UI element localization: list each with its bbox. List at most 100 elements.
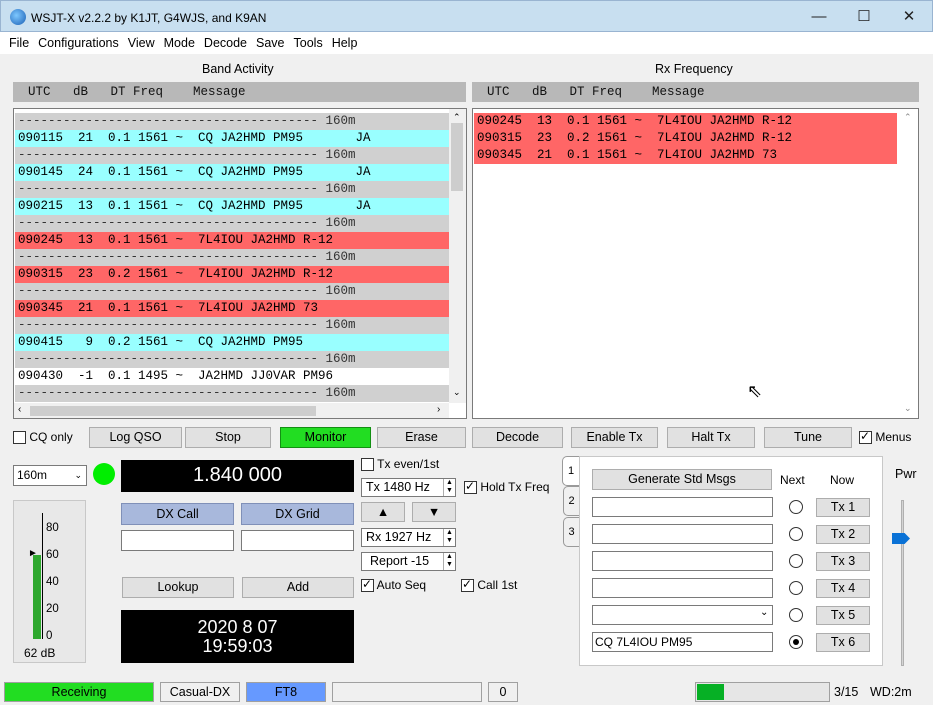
meter-tick: 60	[46, 549, 59, 561]
tx-to-rx-up-button[interactable]: ▲	[361, 502, 405, 522]
tx4-next-radio[interactable]	[789, 581, 803, 595]
decode-row[interactable]: 090415 9 0.2 1561 ~ CQ JA2HMD PM95	[15, 334, 449, 351]
decode-row[interactable]: 090430 -1 0.1 1495 ~ JA2HMD JJ0VAR PM96	[15, 368, 449, 385]
hold-tx-freq-checkbox[interactable]: Hold Tx Freq	[464, 479, 549, 495]
menu-view[interactable]: View	[128, 32, 155, 54]
tx4-message-input[interactable]	[592, 578, 773, 598]
meter-tick: 40	[46, 576, 59, 588]
power-slider-track[interactable]	[901, 500, 904, 666]
band-activity-list[interactable]: ----------------------------------------…	[13, 108, 467, 419]
scroll-down-icon[interactable]: ⌄	[453, 387, 461, 398]
auto-seq-checkbox[interactable]: Auto Seq	[361, 577, 426, 593]
tx1-message-input[interactable]	[592, 497, 773, 517]
decode-button[interactable]: Decode	[472, 427, 563, 448]
spin-arrows-icon[interactable]: ▲ ▼	[443, 479, 455, 496]
generate-std-msgs-button[interactable]: Generate Std Msgs	[592, 469, 772, 490]
meter-tick: 0	[46, 630, 53, 642]
next-column-label: Next	[780, 473, 805, 487]
scroll-left-icon[interactable]: ‹	[18, 404, 21, 415]
menu-decode[interactable]: Decode	[204, 32, 247, 54]
call-1st-checkbox[interactable]: Call 1st	[461, 577, 517, 593]
tx2-now-button[interactable]: Tx 2	[816, 525, 870, 544]
tx2-message-input[interactable]	[592, 524, 773, 544]
message-panel: Generate Std Msgs Next Now Tx 1 Tx 2 Tx 3 T…	[579, 456, 883, 666]
menu-tools[interactable]: Tools	[294, 32, 323, 54]
rx-to-tx-down-button[interactable]: ▼	[412, 502, 456, 522]
rx-frequency-label: Rx Frequency	[655, 62, 733, 76]
decode-row[interactable]: 090115 21 0.1 1561 ~ CQ JA2HMD PM95 JA	[15, 130, 449, 147]
stop-button[interactable]: Stop	[185, 427, 271, 448]
rx-frequency-list[interactable]: 090245 13 0.1 1561 ~ 7L4IOU JA2HMD R-12 0…	[472, 108, 919, 419]
rx-decode-row[interactable]: 090315 23 0.2 1561 ~ 7L4IOU JA2HMD R-12	[474, 130, 897, 147]
band-separator-row: ----------------------------------------…	[15, 317, 449, 334]
maximize-button[interactable]: ☐	[841, 1, 887, 33]
tab-1[interactable]: 1	[562, 456, 579, 486]
menu-file[interactable]: File	[9, 32, 29, 54]
tx5-message-input[interactable]	[592, 605, 773, 625]
menu-save[interactable]: Save	[256, 32, 285, 54]
tx1-now-button[interactable]: Tx 1	[816, 498, 870, 517]
status-receiving: Receiving	[4, 682, 154, 702]
hscroll-thumb[interactable]	[30, 406, 316, 416]
frequency-display: 1.840 000	[121, 460, 354, 492]
tx-even-checkbox[interactable]: Tx even/1st	[361, 457, 439, 472]
tune-button[interactable]: Tune	[764, 427, 852, 448]
meter-level-text: 62 dB	[24, 646, 56, 660]
band-activity-hscroll[interactable]: ‹ ›	[14, 403, 449, 418]
signal-meter: ► 80 60 40 20 0 62 dB	[13, 500, 86, 663]
decode-row[interactable]: 090315 23 0.2 1561 ~ 7L4IOU JA2HMD R-12	[15, 266, 449, 283]
rx-freq-spinbox[interactable]: Rx 1927 Hz ▲ ▼	[361, 528, 456, 547]
decode-row[interactable]: 090145 24 0.1 1561 ~ CQ JA2HMD PM95 JA	[15, 164, 449, 181]
dx-grid-label: DX Grid	[241, 503, 354, 525]
monitor-button[interactable]: Monitor	[280, 427, 371, 448]
enable-tx-button[interactable]: Enable Tx	[571, 427, 658, 448]
close-button[interactable]: ✕	[886, 1, 932, 33]
log-qso-button[interactable]: Log QSO	[89, 427, 182, 448]
cq-only-checkbox[interactable]: CQ only	[13, 430, 73, 445]
add-button[interactable]: Add	[242, 577, 354, 598]
chevron-down-icon[interactable]: ⌄	[760, 607, 768, 618]
halt-tx-button[interactable]: Halt Tx	[667, 427, 755, 448]
spin-arrows-icon[interactable]: ▲ ▼	[443, 529, 455, 546]
status-mode: FT8	[246, 682, 326, 702]
scroll-up-icon[interactable]: ⌃	[904, 112, 912, 123]
rx-decode-row[interactable]: 090245 13 0.1 1561 ~ 7L4IOU JA2HMD R-12	[474, 113, 897, 130]
tx6-message-input[interactable]: CQ 7L4IOU PM95	[592, 632, 773, 652]
tx3-message-input[interactable]	[592, 551, 773, 571]
window-title: WSJT-X v2.2.2 by K1JT, G4WJS, and K9AN	[31, 11, 267, 25]
tab-3[interactable]: 3	[563, 517, 579, 547]
tx2-next-radio[interactable]	[789, 527, 803, 541]
power-slider-handle[interactable]	[892, 533, 910, 544]
menus-checkbox[interactable]: Menus	[859, 429, 911, 445]
tx6-next-radio[interactable]	[789, 635, 803, 649]
band-activity-vscroll[interactable]: ⌃ ⌄	[449, 109, 466, 403]
minimize-button[interactable]: —	[796, 1, 842, 33]
tx5-next-radio[interactable]	[789, 608, 803, 622]
scroll-up-icon[interactable]: ⌃	[453, 112, 461, 123]
decode-row[interactable]: 090245 13 0.1 1561 ~ 7L4IOU JA2HMD R-12	[15, 232, 449, 249]
dx-grid-input[interactable]	[241, 530, 354, 551]
tx3-now-button[interactable]: Tx 3	[816, 552, 870, 571]
tx5-now-button[interactable]: Tx 5	[816, 606, 870, 625]
tx3-next-radio[interactable]	[789, 554, 803, 568]
tx4-now-button[interactable]: Tx 4	[816, 579, 870, 598]
dx-call-input[interactable]	[121, 530, 234, 551]
spin-arrows-icon[interactable]: ▲ ▼	[443, 553, 455, 570]
report-spinbox[interactable]: Report -15 ▲ ▼	[361, 552, 456, 571]
decode-row[interactable]: 090345 21 0.1 1561 ~ 7L4IOU JA2HMD 73	[15, 300, 449, 317]
scroll-right-icon[interactable]: ›	[437, 404, 440, 415]
tx6-now-button[interactable]: Tx 6	[816, 633, 870, 652]
rx-decode-row[interactable]: 090345 21 0.1 1561 ~ 7L4IOU JA2HMD 73	[474, 147, 897, 164]
decode-row[interactable]: 090215 13 0.1 1561 ~ CQ JA2HMD PM95 JA	[15, 198, 449, 215]
tab-2[interactable]: 2	[563, 486, 579, 516]
scroll-thumb[interactable]	[451, 123, 463, 191]
tx1-next-radio[interactable]	[789, 500, 803, 514]
band-select[interactable]: 160m ⌄	[13, 465, 87, 486]
erase-button[interactable]: Erase	[377, 427, 466, 448]
tx-freq-spinbox[interactable]: Tx 1480 Hz ▲ ▼	[361, 478, 456, 497]
scroll-down-icon[interactable]: ⌄	[904, 403, 912, 414]
lookup-button[interactable]: Lookup	[122, 577, 234, 598]
menu-mode[interactable]: Mode	[164, 32, 195, 54]
menu-configurations[interactable]: Configurations	[38, 32, 119, 54]
menu-help[interactable]: Help	[332, 32, 358, 54]
